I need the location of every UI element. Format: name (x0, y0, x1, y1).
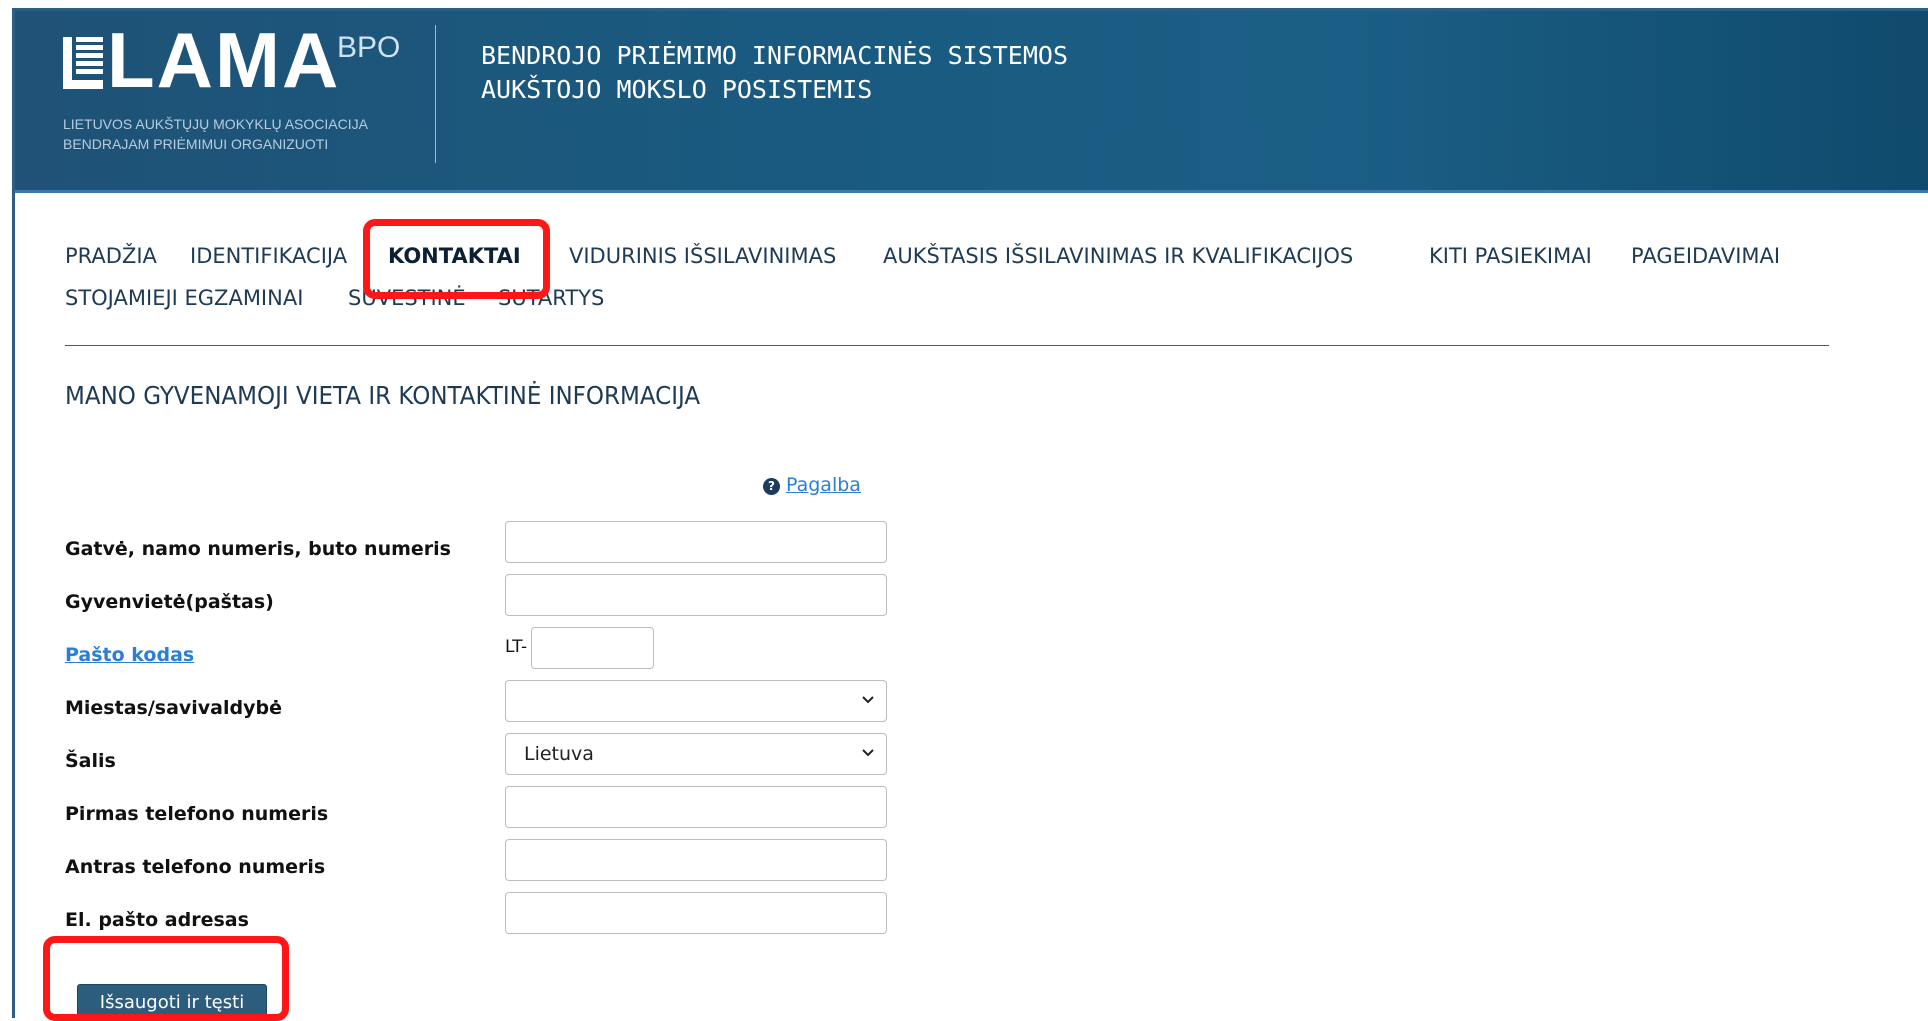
system-title-line2: AUKŠTOJO MOKSLO POSISTEMIS (481, 75, 873, 104)
highlight-box-kontaktai (363, 219, 550, 299)
nav-item-kiti-pasiekimai[interactable]: KITI PASIEKIMAI (1429, 235, 1592, 277)
site-header: LAMA BPO LIETUVOS AUKŠTŲJŲ MOKYKLŲ ASOCI… (15, 11, 1928, 190)
nav-item-pageidavimai[interactable]: PAGEIDAVIMAI (1631, 235, 1780, 277)
logo-superscript: BPO (337, 31, 401, 64)
postal-code-link[interactable]: Pašto kodas (65, 644, 194, 666)
street-input[interactable] (505, 521, 887, 563)
country-select-value: Lietuva (524, 743, 594, 765)
highlight-box-save (43, 936, 289, 1021)
nav-divider (65, 345, 1829, 346)
page-title: MANO GYVENAMOJI VIETA IR KONTAKTINĖ INFO… (65, 381, 701, 410)
app-frame: LAMA BPO LIETUVOS AUKŠTŲJŲ MOKYKLŲ ASOCI… (12, 8, 1928, 1021)
nav-item-pradzia[interactable]: PRADŽIA (65, 235, 157, 277)
email-input[interactable] (505, 892, 887, 934)
settlement-input[interactable] (505, 574, 887, 616)
phone1-label: Pirmas telefono numeris (65, 803, 329, 825)
settlement-label: Gyvenvietė(paštas) (65, 591, 274, 613)
street-label: Gatvė, namo numeris, buto numeris (65, 538, 451, 560)
phone1-input[interactable] (505, 786, 887, 828)
city-select[interactable] (505, 680, 887, 722)
country-select[interactable]: Lietuva (505, 733, 887, 775)
logo-text: LAMA (107, 16, 341, 104)
header-bottom-border (15, 190, 1928, 193)
phone2-input[interactable] (505, 839, 887, 881)
system-title-line1: BENDROJO PRIĖMIMO INFORMACINĖS SISTEMOS (481, 41, 1068, 70)
postal-code-input[interactable] (531, 627, 654, 669)
help-question-icon: ? (763, 478, 780, 495)
chevron-down-icon (862, 749, 874, 757)
city-label: Miestas/savivaldybė (65, 697, 282, 719)
logo-subtitle-line2: BENDRAJAM PRIĖMIMUI ORGANIZUOTI (63, 136, 329, 152)
nav-item-aukstasis[interactable]: AUKŠTASIS IŠSILAVINIMAS IR KVALIFIKACIJO… (883, 235, 1353, 277)
system-title: BENDROJO PRIĖMIMO INFORMACINĖS SISTEMOS … (481, 39, 1068, 107)
nav-item-identifikacija[interactable]: IDENTIFIKACIJA (190, 235, 347, 277)
help-link-label[interactable]: Pagalba (786, 474, 861, 496)
help-link[interactable]: ? Pagalba (763, 474, 861, 496)
nav-item-vidurinis[interactable]: VIDURINIS IŠSILAVINIMAS (569, 235, 836, 277)
nav-item-stojamieji[interactable]: STOJAMIEJI EGZAMINAI (65, 277, 303, 319)
chevron-down-icon (862, 696, 874, 704)
postal-prefix: LT- (505, 637, 528, 657)
logo-subtitle: LIETUVOS AUKŠTŲJŲ MOKYKLŲ ASOCIACIJA BEN… (63, 114, 368, 154)
email-label: El. pašto adresas (65, 909, 249, 931)
country-label: Šalis (65, 750, 116, 772)
phone2-label: Antras telefono numeris (65, 856, 326, 878)
lama-logo-icon (63, 37, 103, 89)
logo-subtitle-line1: LIETUVOS AUKŠTŲJŲ MOKYKLŲ ASOCIACIJA (63, 116, 368, 132)
header-divider (435, 25, 436, 163)
